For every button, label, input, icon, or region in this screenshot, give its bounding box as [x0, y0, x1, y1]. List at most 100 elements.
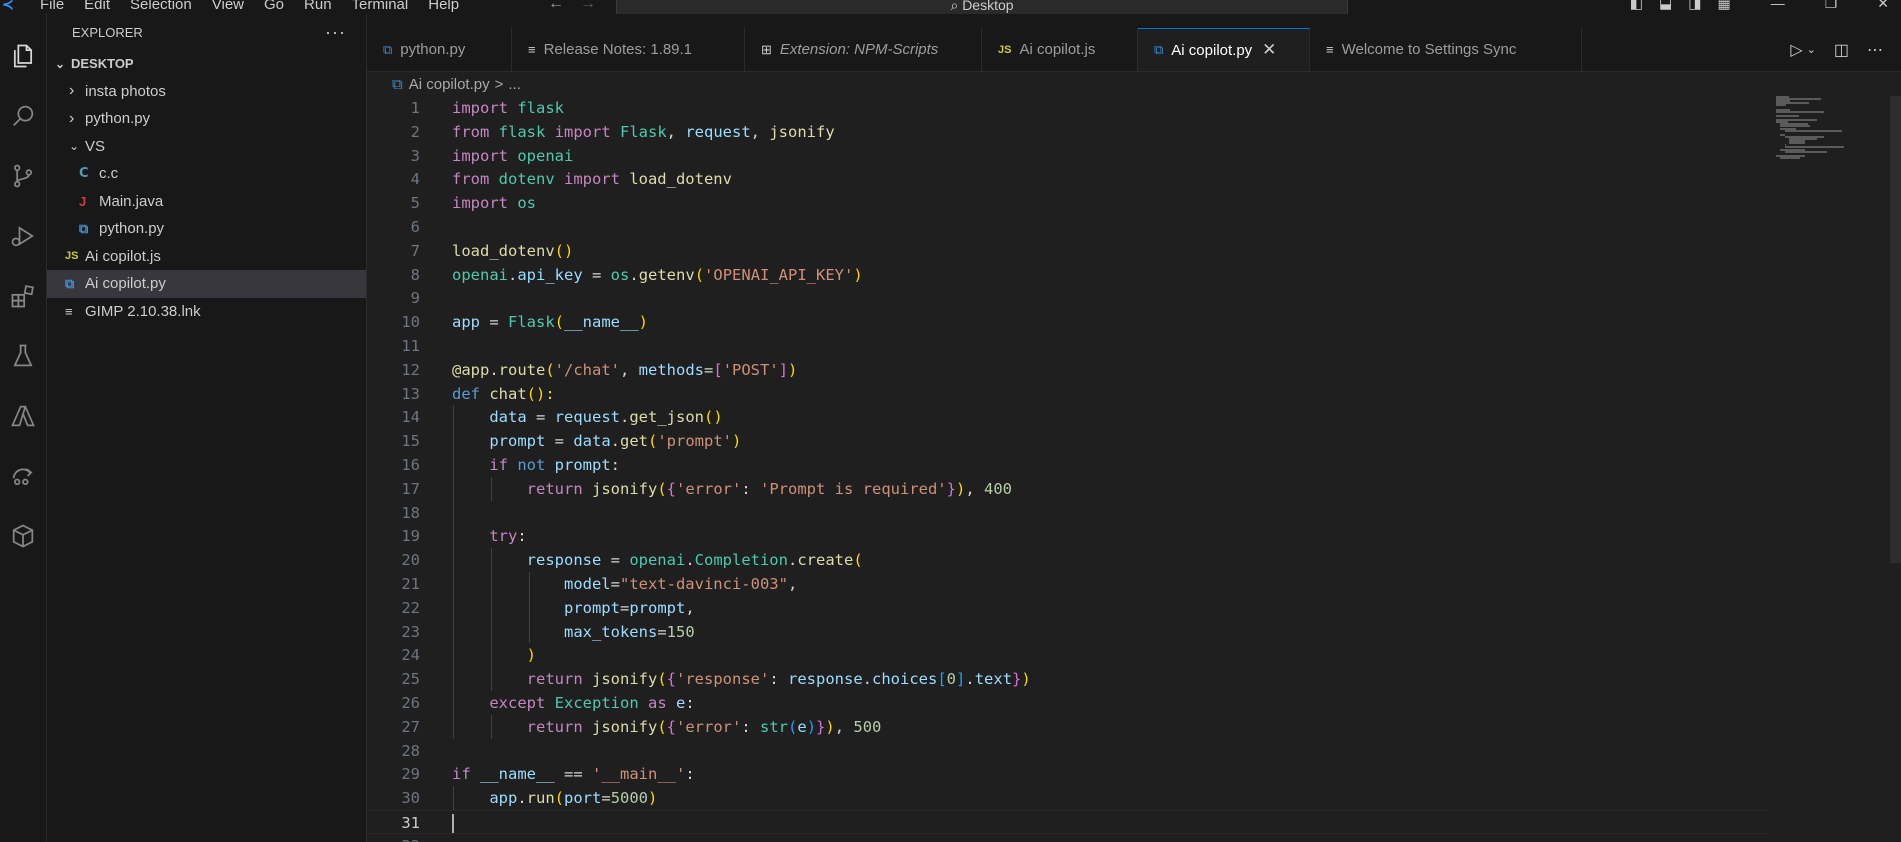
code-line[interactable]: 31 [367, 810, 1767, 834]
editor-scrollbar[interactable] [1890, 96, 1901, 842]
menu-view[interactable]: View [212, 0, 244, 13]
code-line[interactable]: 23 max_tokens=150 [367, 620, 1767, 644]
tab-ai-copilot-js[interactable]: JS Ai copilot.js [982, 28, 1138, 71]
indent-guide [453, 405, 454, 739]
back-arrow-icon[interactable]: ← [548, 0, 564, 12]
explorer-item[interactable]: › insta photos [47, 78, 366, 106]
code-line[interactable]: 32 [367, 834, 1767, 842]
explorer-item[interactable]: J Main.java [47, 188, 366, 216]
menu-file[interactable]: File [40, 0, 64, 13]
menu-help[interactable]: Help [428, 0, 459, 13]
tab-extension-npm-scripts[interactable]: ⊞ Extension: NPM-Scripts [745, 28, 982, 71]
code-line[interactable]: 30 app.run(port=5000) [367, 786, 1767, 810]
command-center-search[interactable]: ⌕ Desktop [616, 0, 1348, 14]
code-line[interactable]: 7 load_dotenv() [367, 239, 1767, 263]
explorer-item[interactable]: Cc.c [47, 160, 366, 188]
explorer-item-label: python.py [85, 110, 151, 128]
code-line[interactable]: 26 except Exception as e: [367, 691, 1767, 715]
azure-icon[interactable] [0, 394, 46, 438]
restore-icon[interactable]: ❐ [1825, 0, 1838, 12]
remote-explorer-icon[interactable] [0, 454, 46, 498]
cube-extension-icon[interactable] [0, 514, 46, 558]
code-line[interactable]: 19 try: [367, 524, 1767, 548]
code-token: get [620, 432, 648, 451]
code-line[interactable]: 28 [367, 739, 1767, 763]
code-line[interactable]: 3 import openai [367, 144, 1767, 168]
code-line[interactable]: 16 if not prompt: [367, 453, 1767, 477]
code-line[interactable]: 27 return jsonify({'error': str(e)}), 50… [367, 715, 1767, 739]
run-and-debug-icon[interactable] [0, 214, 46, 258]
code-line[interactable]: 22 prompt=prompt, [367, 596, 1767, 620]
menu-edit[interactable]: Edit [84, 0, 110, 13]
code-line[interactable]: 18 [367, 501, 1767, 525]
code-line[interactable]: 5 import os [367, 191, 1767, 215]
menu-selection[interactable]: Selection [130, 0, 192, 13]
minimap[interactable] [1776, 96, 1856, 166]
more-actions-icon[interactable]: ··· [325, 22, 346, 43]
code-token: methods [638, 360, 704, 379]
tab-welcome-to-settings-sync[interactable]: ≡ Welcome to Settings Sync [1310, 28, 1582, 71]
line-number: 14 [401, 408, 420, 427]
code-token: . [862, 670, 872, 689]
explorer-item[interactable]: JS Ai copilot.js [47, 243, 366, 271]
code-line[interactable]: 6 [367, 215, 1767, 239]
java-file-icon: J [79, 193, 87, 209]
tab-release-notes-1-89-1[interactable]: ≡ Release Notes: 1.89.1 [512, 28, 745, 71]
code-line[interactable]: 25 return jsonify({'response': response.… [367, 667, 1767, 691]
code-line[interactable]: 20 response = openai.Completion.create( [367, 548, 1767, 572]
explorer-item[interactable]: ⧉ Ai copilot.py [47, 270, 366, 298]
code-token: 0 [946, 670, 957, 689]
code-line[interactable]: 17 return jsonify({'error': 'Prompt is r… [367, 477, 1767, 501]
run-python-file-icon[interactable]: ▷ [1790, 40, 1802, 60]
chevron-down-icon[interactable]: ⌄ [1807, 43, 1816, 56]
breadcrumb-symbols[interactable]: ... [508, 76, 521, 93]
search-icon[interactable] [0, 94, 46, 138]
extensions-icon[interactable] [0, 274, 46, 318]
code-token: __name__ [564, 313, 639, 332]
toggle-primary-sidebar-icon[interactable]: ◧ [1630, 0, 1643, 12]
code-line[interactable]: 2 from flask import Flask, request, jsoni… [367, 120, 1767, 144]
code-editor[interactable]: 1 import flask 2 from flask import Flask, r… [367, 96, 1901, 842]
explorer-item[interactable]: ≡ GIMP 2.10.38.lnk [47, 298, 366, 326]
scrollbar-thumb[interactable] [1890, 96, 1901, 563]
tab-python-py[interactable]: ⧉ python.py [367, 28, 512, 71]
explorer-icon[interactable] [0, 34, 46, 78]
code-line[interactable]: 11 [367, 334, 1767, 358]
code-line[interactable]: 15 prompt = data.get('prompt') [367, 429, 1767, 453]
customize-layout-icon[interactable]: ▦ [1717, 0, 1730, 12]
code-line[interactable]: 21 model="text-davinci-003", [367, 572, 1767, 596]
code-line[interactable]: 14 data = request.get_json() [367, 405, 1767, 429]
forward-arrow-icon[interactable]: → [580, 0, 596, 12]
toggle-secondary-sidebar-icon[interactable]: ◨ [1688, 0, 1701, 12]
explorer-item[interactable]: › python.py [47, 105, 366, 133]
tab-ai-copilot-py[interactable]: ⧉ Ai copilot.py ✕ [1138, 28, 1310, 71]
breadcrumb-file[interactable]: Ai copilot.py [409, 76, 490, 93]
menu-run[interactable]: Run [304, 0, 332, 13]
code-line[interactable]: 12 @app.route('/chat', methods=['POST']) [367, 358, 1767, 382]
minimize-icon[interactable]: — [1771, 0, 1785, 12]
code-line[interactable]: 24 ) [367, 643, 1767, 667]
code-token: prompt [452, 432, 546, 451]
menu-terminal[interactable]: Terminal [352, 0, 409, 13]
split-editor-icon[interactable]: ◫ [1834, 40, 1849, 60]
menu-go[interactable]: Go [264, 0, 284, 13]
code-text: return jsonify({'error': 'Prompt is requ… [452, 477, 1012, 501]
code-line[interactable]: 8 openai.api_key = os.getenv('OPENAI_API_… [367, 263, 1767, 287]
testing-icon[interactable] [0, 334, 46, 378]
explorer-item[interactable]: ⌄ VS [47, 133, 366, 161]
code-line[interactable]: 9 [367, 286, 1767, 310]
code-line[interactable]: 29 if __name__ == '__main__': [367, 762, 1767, 786]
close-tab-icon[interactable]: ✕ [1262, 40, 1276, 60]
code-line[interactable]: 10 app = Flask(__name__) [367, 310, 1767, 334]
code-token: 5000 [610, 789, 649, 808]
code-token: , [834, 717, 854, 736]
code-line[interactable]: 4 from dotenv import load_dotenv [367, 167, 1767, 191]
toggle-panel-icon[interactable]: ⬓ [1659, 0, 1672, 12]
explorer-item[interactable]: ⧉ python.py [47, 215, 366, 243]
code-line[interactable]: 1 import flask [367, 96, 1767, 120]
explorer-root-folder[interactable]: ⌄ DESKTOP [47, 50, 366, 78]
code-line[interactable]: 13 def chat(): [367, 382, 1767, 406]
close-window-icon[interactable]: ✕ [1877, 0, 1889, 12]
more-actions-icon[interactable]: ⋯ [1867, 40, 1883, 60]
source-control-icon[interactable] [0, 154, 46, 198]
